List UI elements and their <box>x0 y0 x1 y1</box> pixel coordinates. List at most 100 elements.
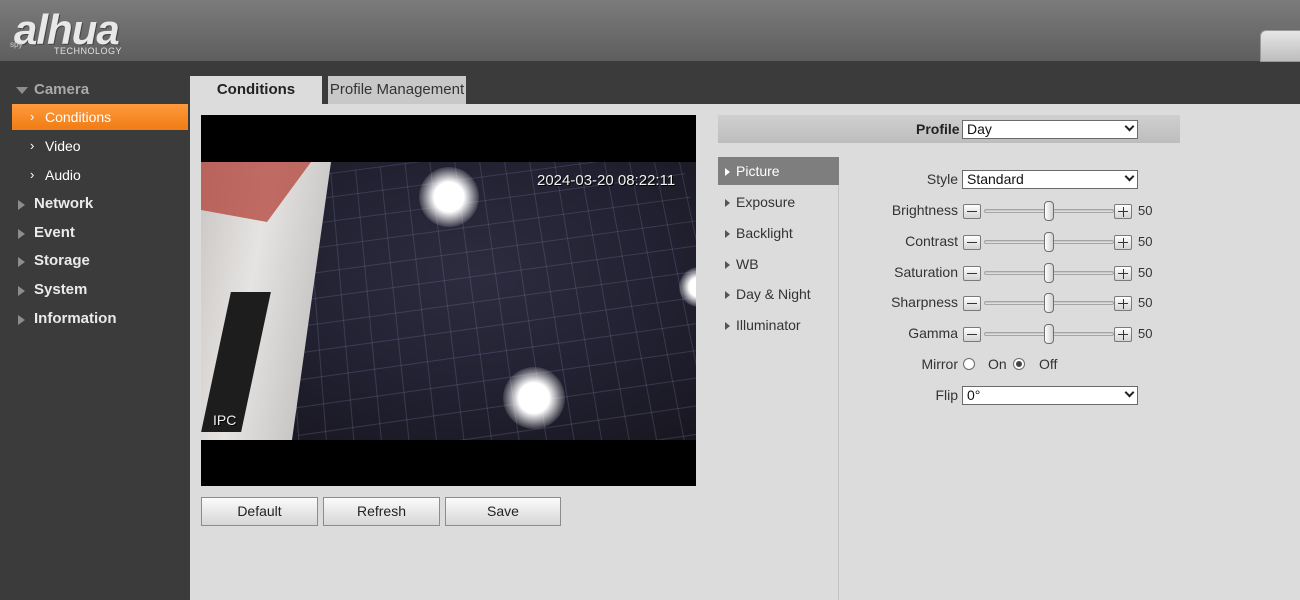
flip-label: Flip <box>935 387 958 403</box>
sidebar-subitem-label: Video <box>45 138 81 154</box>
chevron-right-icon: › <box>30 138 35 153</box>
sidebar-subitem-conditions[interactable]: › Conditions <box>12 104 188 130</box>
caret-right-icon <box>18 286 25 296</box>
minus-button[interactable] <box>963 296 981 311</box>
sidebar-subitem-audio[interactable]: › Audio <box>12 162 188 188</box>
sidebar-item-system[interactable]: System <box>0 277 190 303</box>
minus-button[interactable] <box>963 235 981 250</box>
submenu-label: Picture <box>736 163 780 179</box>
style-select[interactable]: Standard <box>962 170 1138 189</box>
submenu-illuminator[interactable]: Illuminator <box>718 311 839 339</box>
logo-small-text: spy <box>10 40 23 49</box>
brightness-label: Brightness <box>891 202 958 218</box>
default-button[interactable]: Default <box>201 497 318 526</box>
minus-button[interactable] <box>963 327 981 342</box>
tab-conditions[interactable]: Conditions <box>190 76 322 104</box>
minus-button[interactable] <box>963 266 981 281</box>
save-button[interactable]: Save <box>445 497 561 526</box>
submenu-picture[interactable]: Picture <box>718 157 839 185</box>
plus-icon-stem <box>1123 269 1124 279</box>
caret-right-icon <box>18 200 25 210</box>
caret-right-icon <box>725 230 730 238</box>
sidebar-item-label: Information <box>34 310 117 327</box>
mirror-label: Mirror <box>921 356 958 372</box>
chevron-down-icon <box>1124 387 1135 398</box>
minus-button[interactable] <box>963 204 981 219</box>
sidebar-item-label: Storage <box>34 252 90 269</box>
tab-profile-management[interactable]: Profile Management <box>328 76 466 104</box>
camera-image: 2024-03-20 08:22:11 IPC <box>201 162 696 440</box>
sharpness-slider-thumb[interactable] <box>1044 293 1054 313</box>
gamma-slider-thumb[interactable] <box>1044 324 1054 344</box>
sidebar-item-event[interactable]: Event <box>0 220 190 246</box>
style-select-value: Standard <box>967 171 1024 187</box>
sidebar-subitem-label: Audio <box>45 167 81 183</box>
submenu-day-night[interactable]: Day & Night <box>718 280 839 308</box>
caret-down-icon <box>16 87 28 94</box>
sidebar-item-network[interactable]: Network <box>0 191 190 217</box>
mirror-on-label: On <box>988 356 1007 372</box>
minus-icon <box>967 303 977 304</box>
mirror-off-radio[interactable] <box>1013 358 1025 370</box>
submenu-wb[interactable]: WB <box>718 250 839 278</box>
sidebar-subitem-video[interactable]: › Video <box>12 133 188 159</box>
submenu-label: Exposure <box>736 194 796 210</box>
ceiling-light <box>419 167 479 227</box>
plus-icon-stem <box>1123 330 1124 340</box>
brightness-value: 50 <box>1138 203 1153 218</box>
caret-right-icon <box>725 322 730 330</box>
profile-select-value: Day <box>967 121 992 137</box>
caret-right-icon <box>18 257 25 267</box>
sidebar-item-storage[interactable]: Storage <box>0 248 190 274</box>
submenu-label: Day & Night <box>736 286 811 302</box>
caret-right-icon <box>725 261 730 269</box>
minus-icon <box>967 334 977 335</box>
plus-icon-stem <box>1123 299 1124 309</box>
caret-right-icon <box>725 199 730 207</box>
mirror-on-radio[interactable] <box>963 358 975 370</box>
osd-channel-label: IPC <box>213 412 237 428</box>
submenu-label: Backlight <box>736 225 793 241</box>
gamma-value: 50 <box>1138 326 1153 341</box>
plus-button[interactable] <box>1114 296 1132 311</box>
brightness-slider-thumb[interactable] <box>1044 201 1054 221</box>
caret-right-icon <box>725 291 730 299</box>
chevron-down-icon <box>1124 121 1135 132</box>
submenu-exposure[interactable]: Exposure <box>718 188 839 216</box>
minus-icon <box>967 242 977 243</box>
brand-logo: alhua spy TECHNOLOGY <box>8 4 178 60</box>
style-label: Style <box>926 171 958 187</box>
chevron-right-icon: › <box>30 109 35 124</box>
refresh-button[interactable]: Refresh <box>323 497 440 526</box>
top-header: alhua spy TECHNOLOGY <box>0 0 1300 62</box>
flip-select[interactable]: 0° <box>962 386 1138 405</box>
contrast-label: Contrast <box>905 233 958 249</box>
minus-icon <box>967 211 977 212</box>
submenu-backlight[interactable]: Backlight <box>718 219 839 247</box>
saturation-value: 50 <box>1138 265 1153 280</box>
plus-button[interactable] <box>1114 327 1132 342</box>
saturation-slider-thumb[interactable] <box>1044 263 1054 283</box>
header-tab[interactable] <box>1260 30 1300 62</box>
sidebar-item-label: Event <box>34 224 75 241</box>
sidebar-item-camera[interactable]: Camera <box>0 77 190 103</box>
contrast-slider-thumb[interactable] <box>1044 232 1054 252</box>
osd-timestamp: 2024-03-20 08:22:11 <box>537 172 676 189</box>
plus-button[interactable] <box>1114 204 1132 219</box>
sharpness-label: Sharpness <box>891 294 958 310</box>
plus-icon-stem <box>1123 238 1124 248</box>
ceiling-light <box>503 367 565 429</box>
profile-select[interactable]: Day <box>962 120 1138 139</box>
caret-right-icon <box>725 168 730 176</box>
plus-button[interactable] <box>1114 266 1132 281</box>
video-preview[interactable]: 2024-03-20 08:22:11 IPC <box>201 115 696 486</box>
sidebar-item-information[interactable]: Information <box>0 306 190 332</box>
sidebar-item-label: Network <box>34 195 94 212</box>
minus-icon <box>967 273 977 274</box>
plus-button[interactable] <box>1114 235 1132 250</box>
mirror-off-label: Off <box>1039 356 1058 372</box>
chevron-down-icon <box>1124 171 1135 182</box>
sidebar-item-label: System <box>34 281 88 298</box>
chevron-right-icon: › <box>30 167 35 182</box>
profile-label: Profile <box>916 121 960 137</box>
